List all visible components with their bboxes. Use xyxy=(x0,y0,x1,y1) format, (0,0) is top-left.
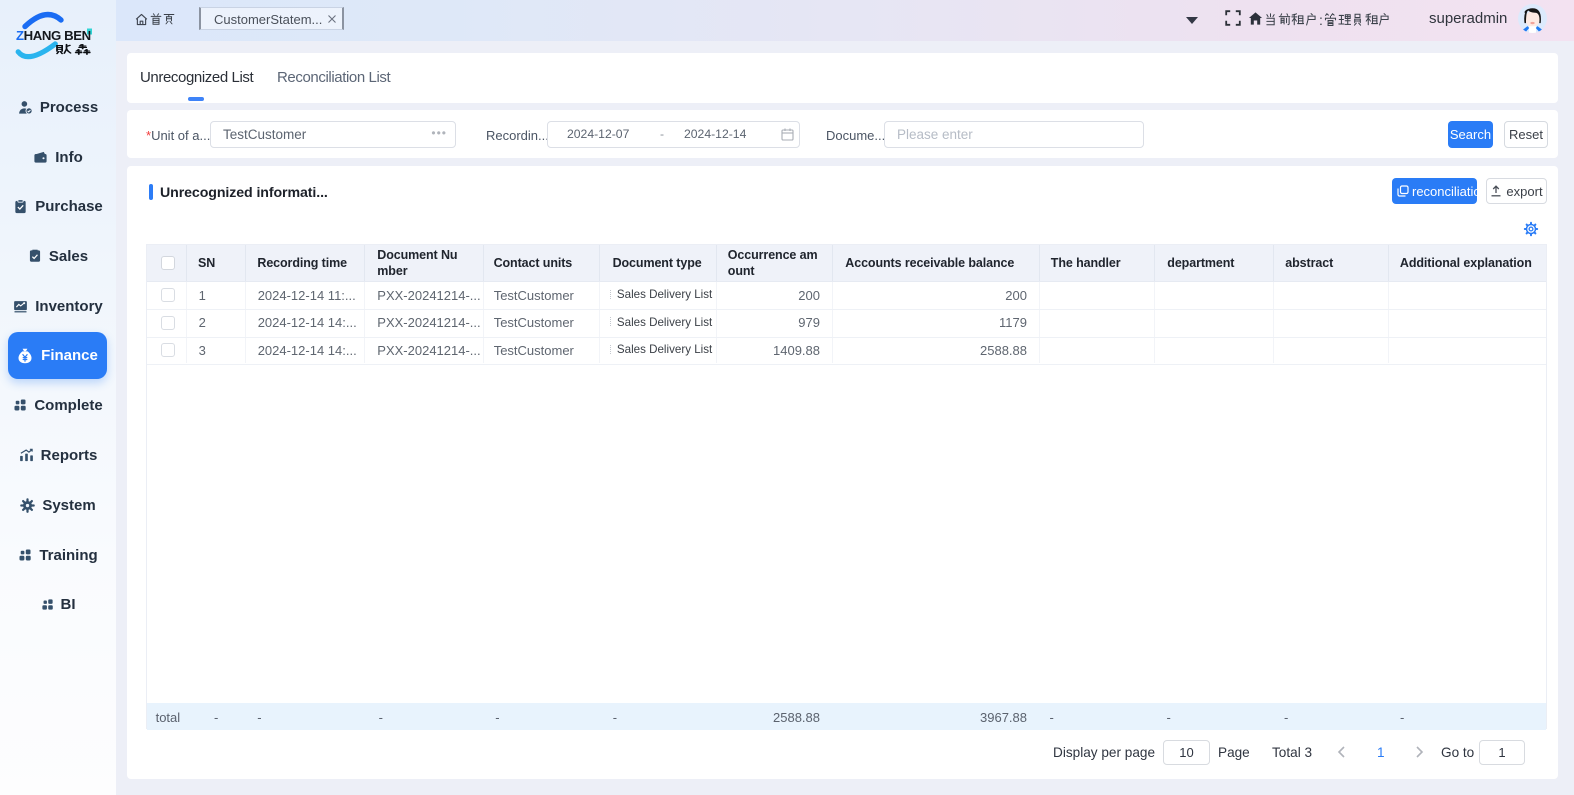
svg-text:ZHANG BEN: ZHANG BEN xyxy=(16,28,91,43)
